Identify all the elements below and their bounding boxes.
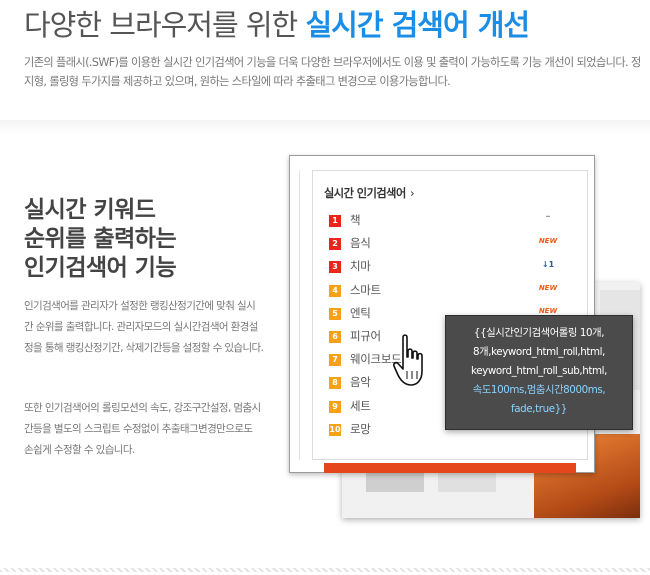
tooltip-line-highlight: 속도100ms,멈춤시간8000ms, — [472, 384, 606, 396]
rank-keyword[interactable]: 책 — [350, 212, 361, 228]
hand-pointer-icon — [393, 334, 423, 386]
bottom-border — [0, 568, 650, 572]
widget-title-text: 실시간 인기검색어 — [324, 187, 406, 200]
rank-keyword[interactable]: 음식 — [350, 235, 371, 251]
tooltip-line: {{실시간인기검색어롤링 10개, — [473, 327, 605, 339]
tooltip-line: keyword_html_roll_sub,html, — [471, 365, 607, 377]
new-badge: NEW — [538, 237, 558, 246]
rank-number-badge: 3 — [329, 261, 341, 274]
new-badge: NEW — [538, 283, 558, 292]
page-headline: 다양한 브라우저를 위한 실시간 검색어 개선 — [24, 2, 530, 44]
rank-number-badge: 5 — [329, 307, 341, 320]
section-paragraph-2: 또한 인기검색어의 롤링모션의 속도, 강조구간설정, 멈춤시간등을 별도의 스… — [24, 402, 261, 456]
rank-keyword[interactable]: 치마 — [350, 258, 371, 274]
rank-item[interactable]: 1 책 – — [329, 211, 559, 235]
rank-number-badge: 4 — [329, 284, 341, 297]
headline-plain: 다양한 브라우저를 위한 — [24, 8, 306, 42]
rank-keyword[interactable]: 엔틱 — [350, 305, 371, 321]
section-divider — [0, 120, 650, 134]
rank-change-indicator: ↓1 — [541, 260, 555, 270]
rank-item[interactable]: 4 스마트 NEW — [329, 282, 559, 305]
tooltip-line-highlight: fade,true}} — [511, 403, 567, 415]
rank-number-badge: 7 — [329, 354, 341, 367]
new-badge: NEW — [538, 306, 558, 315]
intro-description: 기존의 플래시(.SWF)를 이용한 실시간 인기검색어 기능을 더욱 다양한 … — [24, 56, 641, 88]
rank-keyword[interactable]: 로망 — [350, 421, 371, 437]
chevron-right-icon: › — [410, 187, 415, 200]
rank-item[interactable]: 3 치마 ↓1 — [329, 258, 559, 281]
rank-keyword[interactable]: 세트 — [350, 398, 371, 414]
section-title: 실시간 키워드 순위를 출력하는 인기검색어 기능 — [24, 197, 177, 281]
rank-number-badge: 6 — [329, 330, 341, 343]
rank-number-badge: 9 — [329, 400, 341, 413]
headline-accent: 실시간 검색어 개선 — [305, 8, 530, 42]
rank-number-badge: 8 — [329, 377, 341, 390]
rank-number-badge: 1 — [329, 215, 341, 227]
rank-number-badge: 10 — [329, 423, 341, 436]
rank-number-badge: 2 — [329, 238, 341, 251]
tooltip-line: 8개,keyword_html_roll,html, — [472, 346, 605, 358]
rank-keyword[interactable]: 스마트 — [350, 282, 381, 298]
preview-banner-bar — [324, 463, 576, 473]
rank-change-indicator: – — [545, 211, 551, 222]
rank-keyword[interactable]: 피규어 — [350, 328, 381, 344]
section-paragraph-1: 인기검색어를 관리자가 설정한 랭킹산정기간에 맞춰 실시간 순위를 출력합니다… — [24, 300, 264, 354]
rank-keyword[interactable]: 음악 — [350, 374, 371, 390]
rank-item[interactable]: 2 음식 NEW — [329, 235, 559, 258]
widget-title[interactable]: 실시간 인기검색어 › — [324, 185, 415, 201]
extraction-tag-tooltip: {{실시간인기검색어롤링 10개, 8개,keyword_html_roll,h… — [445, 315, 633, 430]
panel-side-strip — [294, 170, 300, 460]
